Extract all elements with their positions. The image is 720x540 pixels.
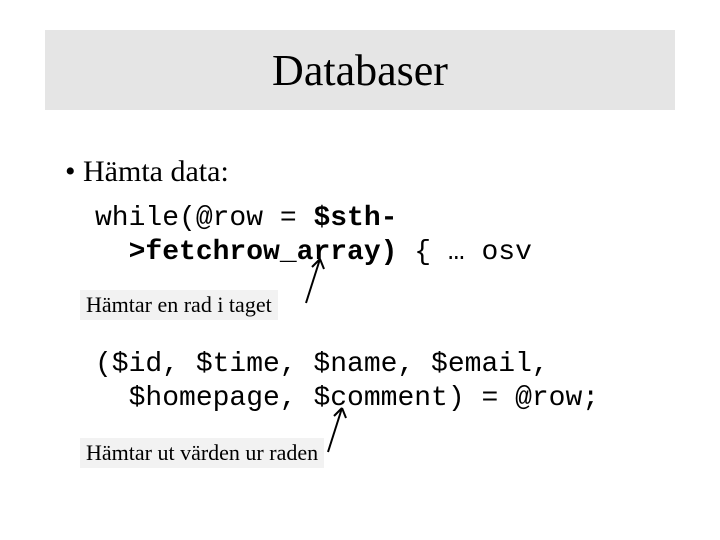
code-text: { … osv [397, 237, 531, 268]
slide: Databaser Hämta data: while(@row = $sth-… [0, 0, 720, 540]
code-block-assign: ($id, $time, $name, $email, $homepage, $… [95, 348, 675, 416]
title-bar: Databaser [45, 30, 675, 110]
slide-title: Databaser [272, 45, 448, 96]
code-text: while(@row = [95, 203, 313, 234]
bullet-fetch-data: Hämta data: [65, 155, 229, 189]
code-block-while: while(@row = $sth- >fetchrow_array) { … … [95, 202, 655, 270]
arrow-icon [322, 402, 352, 457]
annotation-extract-values: Hämtar ut värden ur raden [80, 438, 324, 468]
annotation-row-at-a-time: Hämtar en rad i taget [80, 290, 278, 320]
arrow-icon [300, 253, 330, 308]
